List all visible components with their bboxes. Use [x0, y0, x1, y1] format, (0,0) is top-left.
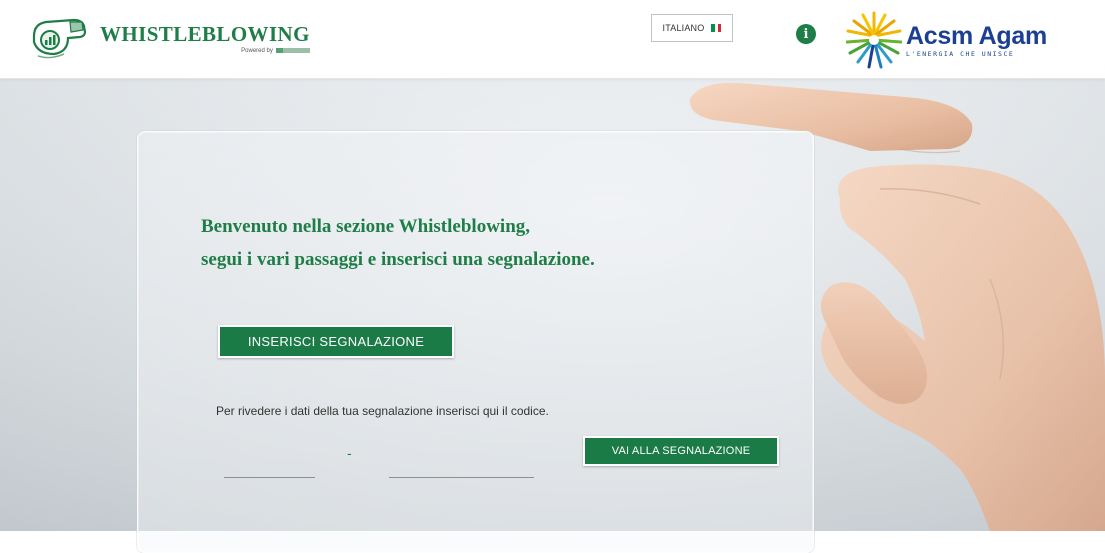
review-hint-text: Per rivedere i dati della tua segnalazio… [216, 404, 549, 418]
code-separator: - [347, 445, 352, 461]
info-icon[interactable]: i [796, 24, 816, 44]
whistleblowing-logo[interactable]: WHISTLEBLOWING Powered by [30, 12, 310, 64]
report-code-part1-input[interactable] [224, 457, 315, 478]
welcome-heading: Benvenuto nella sezione Whistleblowing, … [201, 210, 595, 276]
sunburst-logo-icon [846, 11, 902, 69]
report-code-part2-input[interactable] [389, 457, 534, 478]
acsm-agam-logo: Acsm Agam L'ENERGIA CHE UNISCE [846, 10, 1047, 70]
italy-flag-icon [711, 24, 722, 32]
acsm-agam-tagline: L'ENERGIA CHE UNISCE [906, 49, 1015, 58]
insert-report-button[interactable]: INSERISCI SEGNALAZIONE [218, 325, 454, 358]
welcome-line-1: Benvenuto nella sezione Whistleblowing, [201, 216, 531, 237]
brand-title: WHISTLEBLOWING [100, 21, 310, 46]
top-header: WHISTLEBLOWING Powered by ITALIANO i Acs… [0, 0, 1105, 79]
language-selector[interactable]: ITALIANO [651, 14, 733, 42]
acsm-agam-name: Acsm Agam [906, 21, 1047, 50]
go-to-report-button[interactable]: VAI ALLA SEGNALAZIONE [583, 436, 779, 466]
language-label: ITALIANO [662, 23, 705, 33]
powered-by: Powered by [241, 48, 310, 54]
whistle-icon [32, 18, 87, 59]
welcome-line-2: segui i vari passaggi e inserisci una se… [201, 249, 595, 270]
